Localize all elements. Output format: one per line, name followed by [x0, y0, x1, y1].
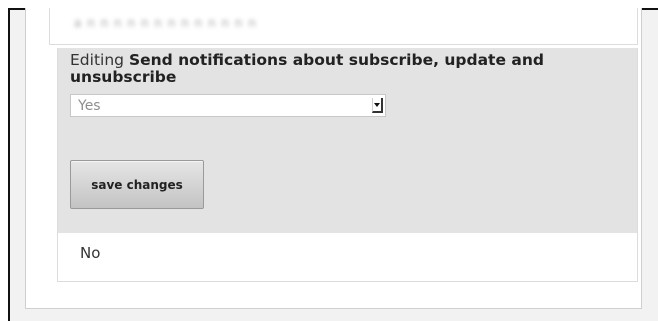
current-value-text: No — [80, 244, 101, 262]
notification-select[interactable]: Yes — [70, 94, 386, 117]
edit-setting-title: Editing Send notifications about subscri… — [70, 52, 610, 86]
previous-setting-text: a n n n n n n n n n n n n n — [74, 16, 257, 30]
previous-setting-row: a n n n n n n n n n n n n n — [49, 8, 638, 45]
save-changes-button[interactable]: save changes — [70, 160, 204, 209]
select-selected-value: Yes — [78, 98, 101, 114]
edit-setting-section: Editing Send notifications about subscri… — [57, 48, 638, 233]
editing-prefix: Editing — [70, 51, 124, 69]
settings-panel: a n n n n n n n n n n n n n Editing Send… — [25, 8, 642, 309]
setting-name: Send notifications about subscribe, upda… — [70, 51, 544, 86]
current-value-row: No — [57, 233, 638, 282]
chevron-down-icon[interactable] — [372, 98, 383, 113]
content-frame: a n n n n n n n n n n n n n Editing Send… — [8, 8, 658, 321]
